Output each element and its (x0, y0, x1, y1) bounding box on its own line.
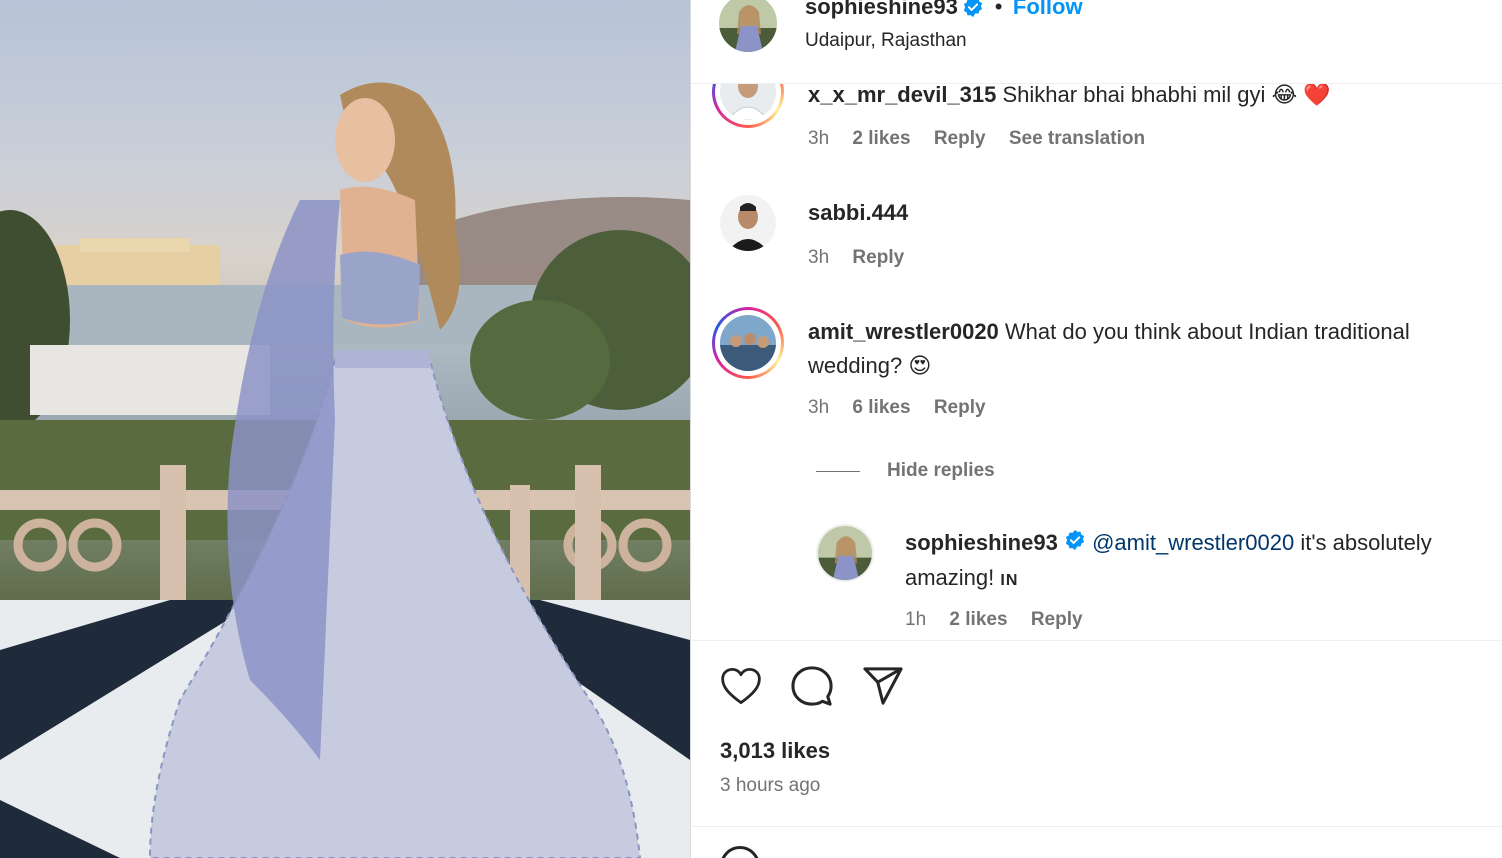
comment-body: amit_wrestler0020 What do you think abou… (808, 315, 1498, 383)
comment-emojis: 😂 ❤️ (1271, 84, 1331, 107)
reply-body: sophieshine93 @amit_wrestler0020 it's ab… (905, 526, 1495, 598)
verified-badge-icon (1064, 527, 1086, 561)
post-image (0, 82, 690, 858)
share-button[interactable] (861, 664, 905, 708)
verified-badge-icon (962, 0, 984, 23)
comment-time[interactable]: 3h (808, 128, 829, 149)
comment-button[interactable] (790, 664, 834, 708)
comment-text: Shikhar bhai bhabhi mil gyi (1002, 84, 1266, 107)
author-avatar[interactable] (719, 0, 777, 52)
post-location[interactable]: Udaipur, Rajasthan (805, 30, 967, 52)
comment-body: x_x_mr_devil_315 Shikhar bhai bhabhi mil… (808, 84, 1331, 112)
comment-meta: 3h Reply (808, 247, 922, 269)
comment-meta: 3h 2 likes Reply See translation (808, 128, 1163, 150)
reply-button[interactable]: Reply (934, 128, 986, 149)
comment-time[interactable]: 3h (808, 247, 829, 268)
like-button[interactable] (719, 664, 763, 708)
comment-icon (791, 666, 833, 706)
reply-button[interactable]: Reply (1031, 609, 1083, 630)
reply-likes[interactable]: 2 likes (949, 609, 1007, 630)
reply-button[interactable]: Reply (934, 397, 986, 418)
post-side-panel: sophieshine93 • Follow Udaipur, Rajastha… (691, 0, 1502, 858)
reply-author-avatar[interactable] (816, 524, 874, 582)
add-comment-divider (691, 826, 1502, 827)
comment-username[interactable]: amit_wrestler0020 (808, 319, 999, 344)
comment-username[interactable]: sabbi.444 (808, 200, 908, 225)
india-flag-icon: IN (1000, 572, 1019, 590)
comment-meta: 3h 6 likes Reply (808, 397, 1004, 419)
comment-username[interactable]: x_x_mr_devil_315 (808, 84, 996, 107)
comment-body: sabbi.444 (808, 196, 908, 230)
follow-button[interactable]: Follow (1013, 0, 1083, 19)
comment-emojis: 😍 (908, 353, 932, 378)
hide-replies-line (816, 471, 860, 472)
comment-likes[interactable]: 6 likes (852, 397, 910, 418)
see-translation-button[interactable]: See translation (1009, 128, 1145, 149)
reply-meta: 1h 2 likes Reply (905, 609, 1101, 631)
post-header: sophieshine93 • Follow Udaipur, Rajastha… (691, 0, 1502, 84)
comment-likes[interactable]: 2 likes (852, 128, 910, 149)
commenter-avatar[interactable] (720, 315, 776, 371)
reply-button[interactable]: Reply (852, 247, 904, 268)
hide-replies-button[interactable]: Hide replies (887, 460, 995, 482)
post-timestamp: 3 hours ago (720, 775, 821, 796)
reply-time[interactable]: 1h (905, 609, 926, 630)
comment-time[interactable]: 3h (808, 397, 829, 418)
header-separator: • (994, 0, 1003, 19)
author-username[interactable]: sophieshine93 (805, 0, 958, 19)
heart-icon (721, 667, 761, 705)
reply-mention-link[interactable]: @amit_wrestler0020 (1092, 530, 1294, 555)
share-icon (863, 667, 903, 705)
post-photo[interactable] (0, 0, 690, 858)
commenter-avatar[interactable] (720, 195, 776, 251)
comments-list[interactable]: x_x_mr_devil_315 Shikhar bhai bhabhi mil… (691, 84, 1502, 640)
emoji-icon[interactable] (720, 846, 760, 858)
reply-username[interactable]: sophieshine93 (905, 530, 1058, 555)
post-likes-count[interactable]: 3,013 likes (720, 738, 830, 764)
actions-divider (691, 640, 1502, 641)
